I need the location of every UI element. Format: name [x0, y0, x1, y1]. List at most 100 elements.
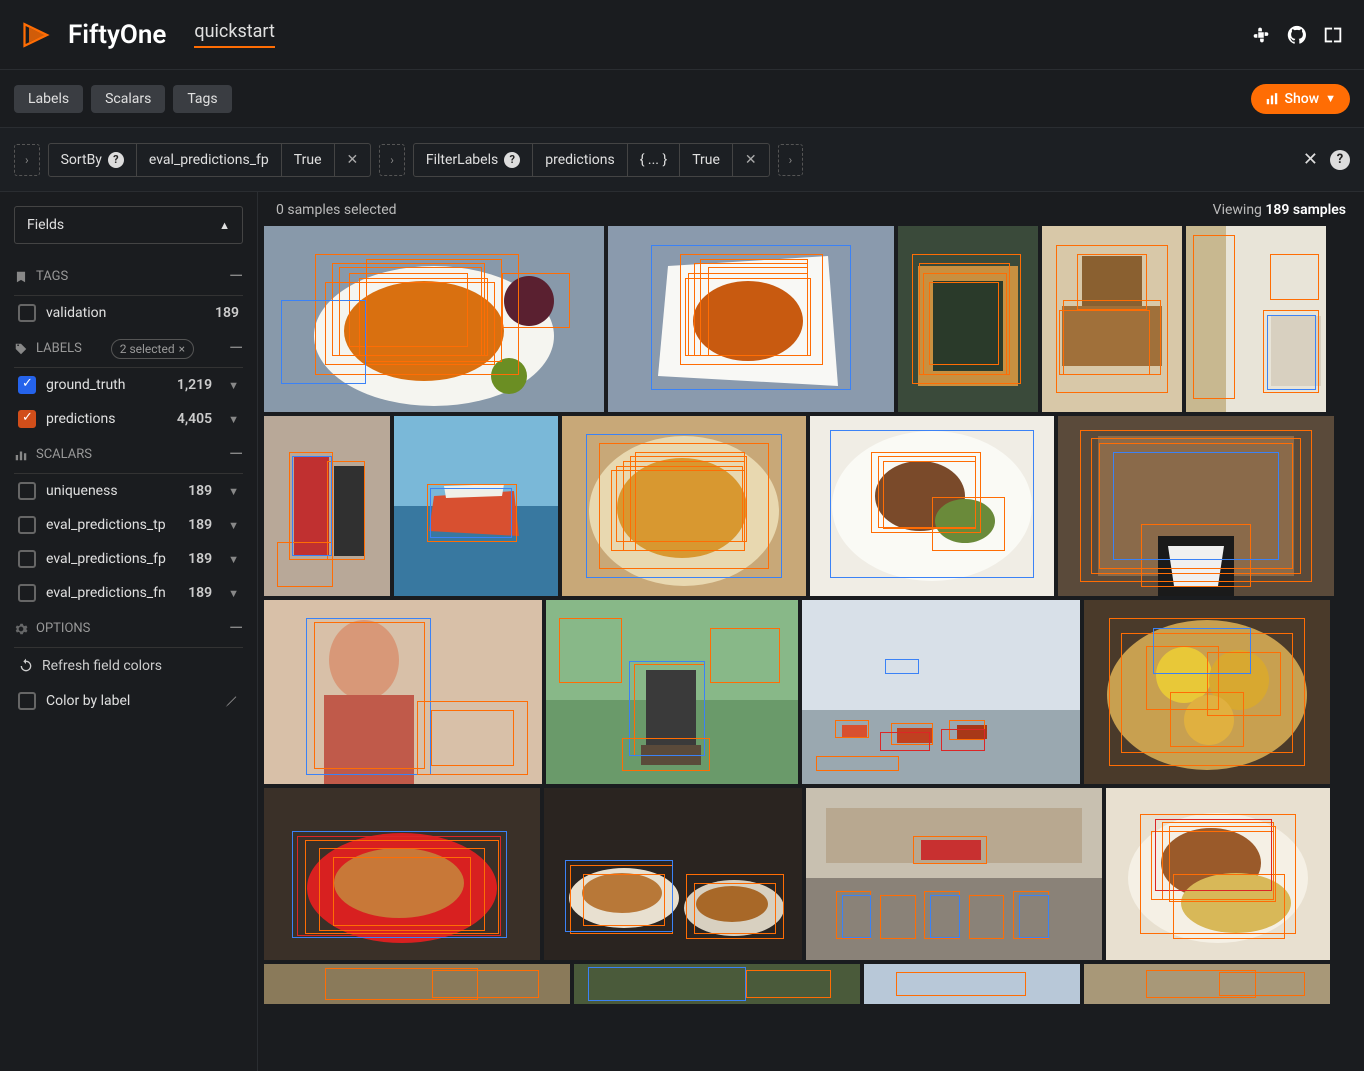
clear-view-icon[interactable]: ✕ [1303, 149, 1318, 170]
sample-thumbnail[interactable] [864, 964, 1080, 1004]
scalar-label: uniqueness [46, 483, 178, 499]
sample-thumbnail[interactable] [264, 788, 540, 960]
checkbox[interactable] [18, 692, 36, 710]
sample-thumbnail[interactable] [562, 416, 806, 596]
chevron-down-icon[interactable]: ▼ [228, 553, 239, 566]
collapse-icon[interactable]: — [229, 618, 243, 639]
content-header: 0 samples selected Viewing 189 samples [258, 192, 1364, 226]
sample-thumbnail[interactable] [802, 600, 1080, 784]
github-icon[interactable] [1286, 24, 1308, 46]
stage-name: SortBy [61, 152, 102, 168]
stage-filterlabels[interactable]: FilterLabels? predictions { ... } True ✕ [413, 143, 770, 177]
chevron-down-icon[interactable]: ▼ [228, 379, 239, 392]
sample-thumbnail[interactable] [1084, 600, 1330, 784]
close-icon[interactable]: ✕ [335, 144, 371, 176]
scalar-count: 189 [188, 551, 212, 567]
tag-row-validation[interactable]: validation 189 [14, 296, 243, 330]
scalar-label: eval_predictions_tp [46, 517, 178, 533]
checkbox[interactable] [18, 482, 36, 500]
stage-extra[interactable]: { ... } [628, 144, 681, 176]
bar-chart-icon [14, 448, 28, 462]
tags-section-header[interactable]: TAGS — [14, 258, 243, 296]
sample-thumbnail[interactable] [1186, 226, 1326, 412]
options-header-label: OPTIONS [36, 621, 90, 636]
labels-section-header[interactable]: LABELS 2 selected× — [14, 330, 243, 368]
stage-sortby[interactable]: SortBy? eval_predictions_fp True ✕ [48, 143, 372, 177]
sample-thumbnail[interactable] [394, 416, 558, 596]
bar-chart-icon [1265, 92, 1279, 106]
sample-thumbnail[interactable] [806, 788, 1102, 960]
scalars-chip[interactable]: Scalars [91, 85, 165, 113]
add-stage-left[interactable]: › [14, 144, 40, 176]
chevron-down-icon[interactable]: ▼ [228, 587, 239, 600]
sample-thumbnail[interactable] [898, 226, 1038, 412]
collapse-icon[interactable]: — [229, 444, 243, 465]
tag-label: validation [46, 305, 205, 321]
fields-dropdown[interactable]: Fields ▲ [14, 206, 243, 244]
sample-thumbnail[interactable] [1042, 226, 1182, 412]
toolbar: Labels Scalars Tags Show ▼ [0, 70, 1364, 128]
main: Fields ▲ TAGS — validation 189 LABELS 2 … [0, 192, 1364, 1071]
sample-thumbnail[interactable] [264, 600, 542, 784]
options-section-header[interactable]: OPTIONS — [14, 610, 243, 648]
sample-thumbnail[interactable] [608, 226, 894, 412]
color-by-label: Color by label [46, 693, 213, 709]
help-icon[interactable]: ? [504, 152, 520, 168]
checkbox[interactable] [18, 376, 36, 394]
help-icon[interactable]: ? [108, 152, 124, 168]
sample-thumbnail[interactable] [1084, 964, 1330, 1004]
scalar-row-uniqueness[interactable]: uniqueness 189 ▼ [14, 474, 243, 508]
docs-icon[interactable] [1322, 24, 1344, 46]
sample-thumbnail[interactable] [264, 964, 570, 1004]
slack-icon[interactable] [1250, 24, 1272, 46]
checkbox[interactable] [18, 516, 36, 534]
chevron-down-icon[interactable]: ▼ [228, 519, 239, 532]
add-stage-mid[interactable]: › [379, 144, 405, 176]
stage-param[interactable]: predictions [533, 144, 627, 176]
scalar-row-fn[interactable]: eval_predictions_fn 189 ▼ [14, 576, 243, 610]
sample-thumbnail[interactable] [1106, 788, 1330, 960]
sample-grid[interactable] [258, 226, 1364, 1071]
checkbox[interactable] [18, 584, 36, 602]
show-button-label: Show [1285, 91, 1320, 107]
tags-header-label: TAGS [36, 269, 68, 284]
sample-thumbnail[interactable] [264, 416, 390, 596]
labels-chip[interactable]: Labels [14, 85, 83, 113]
sample-thumbnail[interactable] [810, 416, 1054, 596]
labels-header-label: LABELS [36, 341, 82, 356]
scalars-section-header[interactable]: SCALARS — [14, 436, 243, 474]
logo-area: FiftyOne [20, 17, 166, 53]
checkbox[interactable] [18, 550, 36, 568]
stage-value[interactable]: True [680, 144, 733, 176]
dataset-selector[interactable]: quickstart [194, 21, 274, 48]
close-icon[interactable]: × [179, 342, 185, 356]
color-by-label-row[interactable]: Color by label [14, 684, 243, 718]
help-icon[interactable]: ? [1330, 150, 1350, 170]
show-button[interactable]: Show ▼ [1251, 84, 1350, 114]
brush-icon[interactable] [223, 693, 239, 709]
sample-thumbnail[interactable] [264, 226, 604, 412]
selected-count: 0 samples selected [276, 202, 397, 218]
label-row-ground-truth[interactable]: ground_truth 1,219 ▼ [14, 368, 243, 402]
scalar-row-fp[interactable]: eval_predictions_fp 189 ▼ [14, 542, 243, 576]
stage-value[interactable]: True [282, 144, 335, 176]
stage-param[interactable]: eval_predictions_fp [137, 144, 282, 176]
sample-thumbnail[interactable] [546, 600, 798, 784]
label-row-predictions[interactable]: predictions 4,405 ▼ [14, 402, 243, 436]
chevron-down-icon[interactable]: ▼ [228, 485, 239, 498]
collapse-icon[interactable]: — [229, 266, 243, 287]
close-icon[interactable]: ✕ [733, 144, 769, 176]
checkbox[interactable] [18, 304, 36, 322]
collapse-icon[interactable]: — [229, 338, 243, 359]
refresh-colors-button[interactable]: Refresh field colors [14, 648, 243, 684]
scalar-row-tp[interactable]: eval_predictions_tp 189 ▼ [14, 508, 243, 542]
sample-thumbnail[interactable] [544, 788, 802, 960]
label-name: ground_truth [46, 377, 167, 393]
tags-chip[interactable]: Tags [173, 85, 231, 113]
add-stage-right[interactable]: › [778, 144, 804, 176]
sample-thumbnail[interactable] [574, 964, 860, 1004]
sample-thumbnail[interactable] [1058, 416, 1334, 596]
checkbox[interactable] [18, 410, 36, 428]
chevron-down-icon[interactable]: ▼ [228, 413, 239, 426]
selected-pill[interactable]: 2 selected× [111, 339, 194, 359]
